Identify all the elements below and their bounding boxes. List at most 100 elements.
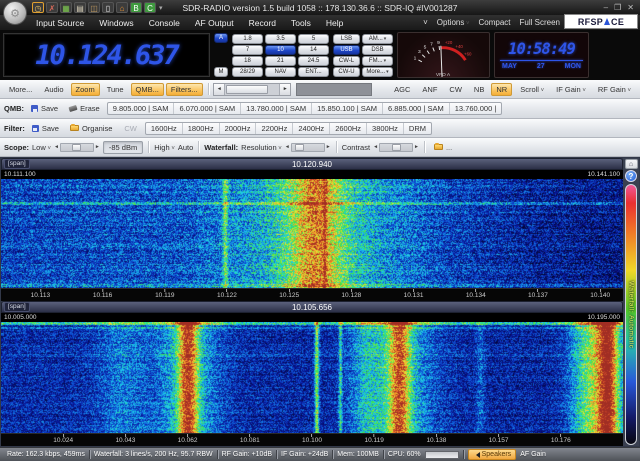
- band-button-7[interactable]: 7: [232, 45, 263, 55]
- dsp-anf[interactable]: ANF: [417, 83, 442, 96]
- filter-preset-3800hz[interactable]: 3800Hz: [366, 123, 403, 134]
- toolbar-rf-gain-dropdown[interactable]: RF Gain: [593, 83, 636, 96]
- scope-level-slider[interactable]: ◄ ►: [54, 143, 100, 152]
- toolbar-scroll-dropdown[interactable]: Scroll: [515, 83, 549, 96]
- band-button-18[interactable]: 18: [232, 56, 263, 66]
- slider-right-icon[interactable]: ►: [326, 144, 331, 150]
- band-button-14[interactable]: 14: [298, 45, 329, 55]
- memory-button[interactable]: M: [214, 67, 228, 77]
- scrollbar-thumb[interactable]: [226, 85, 268, 94]
- filter-cw-button[interactable]: CW: [119, 124, 142, 133]
- slider-track[interactable]: [60, 143, 94, 152]
- filter-preset-1600hz[interactable]: 1600Hz: [146, 123, 182, 134]
- filter-preset-2000hz[interactable]: 2000Hz: [219, 123, 256, 134]
- slider-left-icon[interactable]: ◄: [373, 144, 378, 150]
- c-icon[interactable]: C: [144, 2, 156, 13]
- slider-thumb[interactable]: [392, 144, 401, 151]
- mode-button-usb[interactable]: USB: [333, 45, 360, 55]
- help-icon[interactable]: ?: [625, 170, 637, 182]
- compact-button[interactable]: Compact: [479, 18, 511, 27]
- mode-button-cw-l[interactable]: CW-L: [333, 56, 360, 66]
- band-button-3-5[interactable]: 3.5: [265, 34, 296, 44]
- scope-low-dropdown[interactable]: Low: [32, 143, 51, 152]
- slider-track[interactable]: [379, 143, 413, 152]
- mode-button-lsb[interactable]: LSB: [333, 34, 360, 44]
- band-button-1-8[interactable]: 1.8: [232, 34, 263, 44]
- scope-auto-button[interactable]: Auto: [178, 143, 193, 152]
- toolbar-tune[interactable]: Tune: [102, 83, 129, 96]
- toolbar-audio[interactable]: Audio: [39, 83, 68, 96]
- band-button-5[interactable]: 5: [298, 34, 329, 44]
- slider-left-icon[interactable]: ◄: [54, 144, 59, 150]
- menu-input-source[interactable]: Input Source: [36, 18, 84, 28]
- menu-windows[interactable]: Windows: [99, 18, 133, 28]
- qmb-memory-button[interactable]: 13.780.000 | SAM: [240, 103, 311, 114]
- band-button-21[interactable]: 21: [265, 56, 296, 66]
- waterfall-palette-tab[interactable]: Waterfall: Automatic: [625, 184, 637, 445]
- band-button-28-29[interactable]: 28/29: [232, 67, 263, 77]
- slider-thumb[interactable]: [295, 144, 304, 151]
- waterfall-resolution-dropdown[interactable]: Resolution: [241, 143, 282, 152]
- scroll-left-icon[interactable]: ◄: [214, 84, 225, 95]
- qmb-memory-button[interactable]: 6.070.000 | SAM: [173, 103, 240, 114]
- band-button-24-5[interactable]: 24.5: [298, 56, 329, 66]
- waterfall-options-button[interactable]: ...: [430, 142, 456, 153]
- menu-console[interactable]: Console: [149, 18, 180, 28]
- filter-save-button[interactable]: Save: [28, 123, 63, 134]
- menu-tools[interactable]: Tools: [291, 18, 311, 28]
- dsp-agc[interactable]: AGC: [389, 83, 415, 96]
- menu-record[interactable]: Record: [249, 18, 276, 28]
- toolbar-zoom[interactable]: Zoom: [71, 83, 100, 96]
- scrollbar-track[interactable]: [225, 84, 279, 95]
- contacts-icon[interactable]: ◫: [88, 2, 100, 13]
- waterfall-2-display[interactable]: [1, 322, 623, 433]
- qmb-memory-button[interactable]: 15.850.100 | SAM: [311, 103, 382, 114]
- scope-level-value[interactable]: -85 dBm: [103, 141, 143, 154]
- mode-button-dsb[interactable]: DSB: [362, 45, 393, 55]
- scroll-right-icon[interactable]: ►: [279, 84, 290, 95]
- band-button-10[interactable]: 10: [265, 45, 296, 55]
- close-button[interactable]: ✕: [627, 3, 634, 12]
- waterfall-resolution-slider[interactable]: ◄ ►: [285, 143, 331, 152]
- quick-access-chevron-icon[interactable]: ▾: [159, 4, 163, 12]
- speakers-button[interactable]: Speakers: [468, 449, 517, 460]
- b-icon[interactable]: B: [130, 2, 142, 13]
- dsp-cw[interactable]: CW: [444, 83, 467, 96]
- slider-right-icon[interactable]: ►: [414, 144, 419, 150]
- toolbar-more[interactable]: More...: [4, 83, 37, 96]
- document-icon[interactable]: ▯: [102, 2, 114, 13]
- af-gain-label[interactable]: AF Gain: [520, 451, 546, 458]
- waterfall-1-display[interactable]: [1, 179, 623, 288]
- qmb-memory-button[interactable]: 13.760.000 |: [449, 103, 502, 114]
- calendar-icon[interactable]: ▤: [74, 2, 86, 13]
- scope-high-dropdown[interactable]: High: [154, 143, 175, 152]
- home-icon[interactable]: ⌂: [625, 159, 638, 169]
- mode-button-fm[interactable]: FM...▾: [362, 56, 393, 66]
- fullscreen-button[interactable]: Full Screen: [520, 18, 560, 27]
- ribbon-chevron-icon[interactable]: ˅: [423, 18, 428, 27]
- filter-preset-2400hz[interactable]: 2400Hz: [292, 123, 329, 134]
- frequency-display[interactable]: 10.124.637: [3, 33, 210, 77]
- band-button-ent[interactable]: ENT...: [298, 67, 329, 77]
- filter-preset-2200hz[interactable]: 2200Hz: [255, 123, 292, 134]
- mode-button-am[interactable]: AM...▾: [362, 34, 393, 44]
- dsp-nr[interactable]: NR: [491, 83, 512, 96]
- toolbar-qmb[interactable]: QMB...: [131, 83, 164, 96]
- dsp-nb[interactable]: NB: [469, 83, 489, 96]
- slider-track[interactable]: [291, 143, 325, 152]
- filter-preset-1800hz[interactable]: 1800Hz: [182, 123, 219, 134]
- mode-button-more[interactable]: More...▾: [362, 67, 393, 77]
- qmb-memory-button[interactable]: 9.805.000 | SAM: [108, 103, 174, 114]
- filter-preset-2600hz[interactable]: 2600Hz: [329, 123, 366, 134]
- vfo-a-button[interactable]: A: [214, 33, 228, 43]
- app-menu-button[interactable]: ⚙: [3, 1, 27, 25]
- clock-icon[interactable]: ◷: [32, 2, 44, 13]
- span-chip[interactable]: [span]: [4, 302, 30, 312]
- restore-button[interactable]: ❒: [614, 3, 621, 12]
- tools-icon[interactable]: ✗: [46, 2, 58, 13]
- slider-thumb[interactable]: [72, 144, 81, 151]
- toolbar-filters[interactable]: Filters...: [166, 83, 203, 96]
- slider-left-icon[interactable]: ◄: [285, 144, 290, 150]
- menu-help[interactable]: Help: [326, 18, 343, 28]
- qmb-save-button[interactable]: Save: [27, 103, 62, 114]
